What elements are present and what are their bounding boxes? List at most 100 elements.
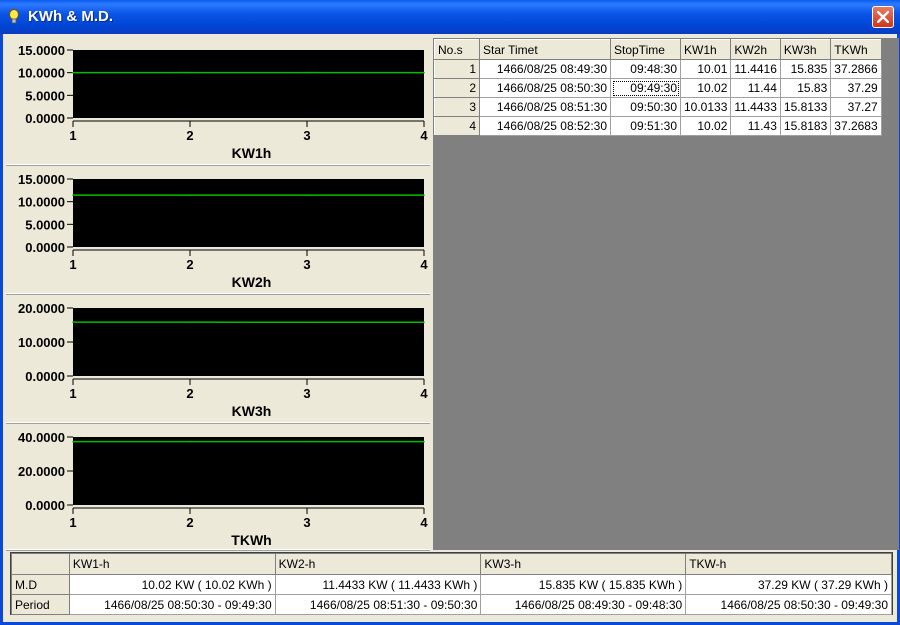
x-tick-label: 1 (69, 515, 76, 530)
close-button[interactable] (872, 6, 894, 28)
cell-kw2h[interactable]: 11.43 (730, 116, 781, 136)
x-tick-label: 2 (186, 386, 193, 401)
data-point (423, 440, 425, 443)
grid-header-start-time[interactable]: Star Timet (479, 39, 611, 60)
cell-kw3h[interactable]: 15.8183 (779, 116, 832, 136)
summary-row-label-period: Period (11, 594, 70, 615)
lightbulb-icon (9, 9, 19, 24)
summary-header-corner (11, 553, 70, 575)
main-window: KWh & M.D. 15.0000 10.0000 5.0000 0.0000 1 2 3… (0, 0, 900, 625)
data-grid[interactable]: No.s Star Timet StopTime KW1h KW2h KW3h … (434, 39, 882, 136)
x-tick-label: 4 (420, 386, 428, 401)
title-bar[interactable]: KWh & M.D. (0, 0, 900, 34)
chart-panel-kw2h: 15.0000 10.0000 5.0000 0.0000 1 2 3 4 KW2h (6, 167, 430, 294)
chart-kw1h: 15.0000 10.0000 5.0000 0.0000 1 2 3 4 KW1h (18, 43, 428, 161)
cell-kw2h[interactable]: 11.4416 (730, 59, 781, 79)
summary-period-kw2h[interactable]: 1466/08/25 08:51:30 - 09:50:30 (274, 594, 482, 615)
y-tick-label: 20.0000 (18, 464, 65, 479)
table-row[interactable]: 2 1466/08/25 08:50:30 09:49:30 10.02 11.… (434, 78, 882, 98)
cell-kw1h[interactable]: 10.02 (679, 78, 732, 98)
grid-header-nos[interactable]: No.s (434, 39, 480, 60)
summary-period-kw3h[interactable]: 1466/08/25 08:49:30 - 09:48:30 (480, 594, 687, 615)
grid-header-kw1h[interactable]: KW1h (679, 39, 732, 60)
summary-period-tkwh[interactable]: 1466/08/25 08:50:30 - 09:49:30 (685, 594, 892, 615)
data-point (306, 194, 308, 196)
chart-panel-kw3h: 20.0000 10.0000 0.0000 1 2 3 4 KW3h (6, 296, 430, 423)
data-point (306, 440, 308, 443)
summary-md-kw2h[interactable]: 11.4433 KW ( 11.4433 KWh ) (274, 574, 482, 595)
data-point (72, 194, 74, 196)
x-tick-label: 1 (69, 128, 76, 143)
x-tick-label: 2 (186, 257, 193, 272)
data-point (423, 194, 425, 196)
y-tick-label: 0.0000 (25, 369, 65, 384)
data-point (423, 71, 425, 74)
x-tick-label: 2 (186, 128, 193, 143)
cell-kw3h[interactable]: 15.83 (779, 78, 832, 98)
summary-grid-area[interactable]: KW1-h KW2-h KW3-h TKW-h M.D 10.02 KW ( 1… (10, 552, 893, 615)
summary-row-period[interactable]: Period 1466/08/25 08:50:30 - 09:49:30 14… (11, 594, 892, 615)
row-number[interactable]: 3 (434, 97, 480, 117)
summary-grid[interactable]: KW1-h KW2-h KW3-h TKW-h M.D 10.02 KW ( 1… (11, 553, 892, 615)
summary-header-kw1h[interactable]: KW1-h (68, 553, 276, 575)
chart-kw3h: 20.0000 10.0000 0.0000 1 2 3 4 KW3h (18, 301, 428, 419)
data-point (189, 194, 191, 196)
cell-kw1h[interactable]: 10.02 (679, 116, 732, 136)
summary-period-kw1h[interactable]: 1466/08/25 08:50:30 - 09:49:30 (68, 594, 276, 615)
cell-kw1h[interactable]: 10.01 (679, 59, 732, 79)
data-point (189, 440, 191, 443)
x-tick-label: 3 (303, 386, 310, 401)
summary-md-kw3h[interactable]: 15.835 KW ( 15.835 KWh ) (480, 574, 687, 595)
cell-kw2h[interactable]: 11.4433 (730, 97, 781, 117)
y-tick-label: 5.0000 (25, 88, 65, 103)
summary-row-md[interactable]: M.D 10.02 KW ( 10.02 KWh ) 11.4433 KW ( … (11, 574, 892, 595)
data-point (306, 71, 308, 74)
cell-stop-time[interactable]: 09:48:30 (610, 59, 681, 79)
grid-header-stop-time[interactable]: StopTime (610, 39, 681, 60)
y-tick-label: 5.0000 (25, 217, 65, 232)
chart-panel-kw1h: 15.0000 10.0000 5.0000 0.0000 1 2 3 4 KW1h (6, 38, 430, 165)
cell-tkwh[interactable]: 37.2683 (830, 116, 882, 136)
plot-area-kw3h (73, 308, 424, 376)
data-point (306, 321, 308, 324)
y-tick-label: 0.0000 (25, 498, 65, 513)
cell-stop-time[interactable]: 09:50:30 (610, 97, 681, 117)
x-tick-label: 2 (186, 515, 193, 530)
grid-header-kw2h[interactable]: KW2h (730, 39, 781, 60)
cell-tkwh[interactable]: 37.27 (830, 97, 882, 117)
axis-title-kw1h: KW1h (232, 145, 272, 161)
cell-kw1h[interactable]: 10.0133 (679, 97, 732, 117)
cell-kw3h[interactable]: 15.835 (779, 59, 832, 79)
cell-kw3h[interactable]: 15.8133 (779, 97, 832, 117)
summary-md-kw1h[interactable]: 10.02 KW ( 10.02 KWh ) (68, 574, 276, 595)
cell-stop-time[interactable]: 09:51:30 (610, 116, 681, 136)
table-row[interactable]: 4 1466/08/25 08:52:30 09:51:30 10.02 11.… (434, 116, 882, 136)
summary-row-label-md: M.D (11, 574, 70, 595)
axis-title-tkwh: TKWh (231, 532, 271, 548)
cell-tkwh[interactable]: 37.29 (830, 78, 882, 98)
cell-start-time[interactable]: 1466/08/25 08:49:30 (479, 59, 611, 79)
data-point (189, 71, 191, 74)
grid-header-tkwh[interactable]: TKWh (830, 39, 882, 60)
row-number[interactable]: 1 (434, 59, 480, 79)
chart-panel-tkwh: 40.0000 20.0000 0.0000 1 2 3 4 TKWh (6, 425, 430, 550)
table-row[interactable]: 3 1466/08/25 08:51:30 09:50:30 10.0133 1… (434, 97, 882, 117)
summary-md-tkwh[interactable]: 37.29 KW ( 37.29 KWh ) (685, 574, 892, 595)
cell-start-time[interactable]: 1466/08/25 08:51:30 (479, 97, 611, 117)
data-grid-area[interactable]: No.s Star Timet StopTime KW1h KW2h KW3h … (433, 38, 899, 550)
summary-header-row: KW1-h KW2-h KW3-h TKW-h (11, 553, 892, 575)
cell-stop-time[interactable]: 09:49:30 (610, 78, 681, 98)
table-row[interactable]: 1 1466/08/25 08:49:30 09:48:30 10.01 11.… (434, 59, 882, 79)
axis-title-kw2h: KW2h (232, 274, 272, 290)
cell-tkwh[interactable]: 37.2866 (830, 59, 882, 79)
cell-kw2h[interactable]: 11.44 (730, 78, 781, 98)
grid-header-kw3h[interactable]: KW3h (779, 39, 832, 60)
summary-header-tkwh[interactable]: TKW-h (685, 553, 892, 575)
cell-start-time[interactable]: 1466/08/25 08:52:30 (479, 116, 611, 136)
row-number[interactable]: 4 (434, 116, 480, 136)
data-point (189, 321, 191, 323)
summary-header-kw3h[interactable]: KW3-h (480, 553, 687, 575)
row-number[interactable]: 2 (434, 78, 480, 98)
cell-start-time[interactable]: 1466/08/25 08:50:30 (479, 78, 611, 98)
summary-header-kw2h[interactable]: KW2-h (274, 553, 482, 575)
